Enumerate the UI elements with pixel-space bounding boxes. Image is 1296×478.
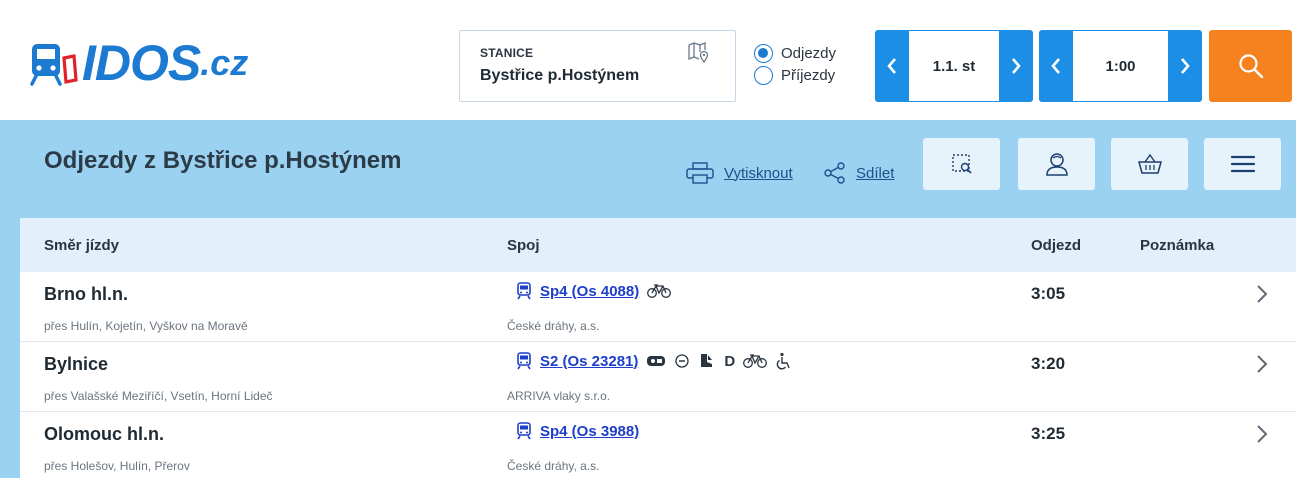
departures-table: Směr jízdy Spoj Odjezd Poznámka Brno hl.… bbox=[20, 218, 1296, 478]
date-value[interactable]: 1.1. st bbox=[909, 30, 999, 102]
radio-odjezdy-label: Odjezdy bbox=[781, 44, 837, 62]
connection-link[interactable]: Sp4 (Os 4088) bbox=[540, 283, 639, 300]
timetable-search-icon bbox=[951, 154, 972, 174]
share-link[interactable]: Sdílet bbox=[824, 162, 894, 184]
direction-radio-group: Odjezdy Příjezdy bbox=[754, 42, 836, 86]
train-icon bbox=[517, 352, 531, 370]
logo-text: IDOS bbox=[82, 35, 201, 91]
bicycle-icon bbox=[743, 353, 768, 369]
print-link[interactable]: Vytisknout bbox=[686, 162, 793, 184]
share-link-label: Sdílet bbox=[856, 164, 895, 182]
row-carrier: České dráhy, a.s. bbox=[507, 319, 600, 333]
date-prev-button[interactable] bbox=[875, 30, 909, 102]
menu-button[interactable] bbox=[1204, 138, 1281, 190]
search-icon bbox=[1238, 54, 1263, 79]
station-label: STANICE bbox=[480, 46, 534, 60]
row-connection: Sp4 (Os 3988) bbox=[516, 422, 639, 440]
idos-logo[interactable]: IDOS .cz bbox=[30, 38, 248, 88]
map-pin-icon[interactable] bbox=[687, 41, 709, 63]
row-destination: Brno hl.n. bbox=[44, 284, 128, 304]
circle-icon bbox=[674, 353, 690, 369]
chevron-right-icon[interactable] bbox=[1252, 352, 1272, 376]
user-button[interactable] bbox=[1018, 138, 1095, 190]
chevron-right-icon[interactable] bbox=[1252, 422, 1272, 446]
train-icon bbox=[517, 422, 531, 440]
train-icon bbox=[517, 282, 531, 300]
radio-prijezdy-dot[interactable] bbox=[754, 65, 773, 85]
print-link-label: Vytisknout bbox=[724, 164, 793, 182]
radio-odjezdy[interactable]: Odjezdy bbox=[754, 42, 836, 64]
row-via: přes Valašské Meziříčí, Vsetín, Horní Li… bbox=[44, 389, 273, 403]
radio-odjezdy-dot[interactable] bbox=[754, 43, 773, 63]
row-departure-time: 3:05 bbox=[1031, 284, 1066, 303]
table-row[interactable]: Bylnice přes Valašské Meziříčí, Vsetín, … bbox=[20, 342, 1296, 412]
time-stepper: 1:00 bbox=[1039, 30, 1202, 102]
header: IDOS .cz STANICE Bystřice p.Hostýnem Odje… bbox=[0, 0, 1296, 120]
radio-prijezdy-label: Příjezdy bbox=[781, 66, 836, 84]
user-icon bbox=[1045, 153, 1068, 176]
printer-icon bbox=[686, 162, 714, 184]
date-stepper: 1.1. st bbox=[875, 30, 1033, 102]
bicycle-icon bbox=[647, 283, 672, 299]
train-logo-icon bbox=[30, 44, 78, 86]
basket-button[interactable] bbox=[1111, 138, 1188, 190]
share-icon bbox=[824, 162, 845, 184]
row-connection: S2 (Os 23281) D bbox=[516, 352, 791, 370]
basket-icon bbox=[1137, 153, 1162, 174]
row-carrier: ARRIVA vlaky s.r.o. bbox=[507, 389, 611, 403]
connection-link[interactable]: S2 (Os 23281) bbox=[540, 353, 638, 370]
column-header-note: Poznámka bbox=[1140, 237, 1215, 254]
table-row[interactable]: Brno hl.n. přes Hulín, Kojetín, Vyškov n… bbox=[20, 272, 1296, 342]
column-header-departure: Odjezd bbox=[1031, 237, 1082, 254]
search-button[interactable] bbox=[1209, 30, 1292, 102]
row-destination: Bylnice bbox=[44, 354, 109, 374]
time-value[interactable]: 1:00 bbox=[1073, 30, 1168, 102]
time-next-button[interactable] bbox=[1168, 30, 1202, 102]
row-via: přes Hulín, Kojetín, Vyškov na Moravě bbox=[44, 319, 248, 333]
row-connection: Sp4 (Os 4088) bbox=[516, 282, 672, 300]
radio-prijezdy[interactable]: Příjezdy bbox=[754, 64, 836, 86]
chevron-right-icon[interactable] bbox=[1252, 282, 1272, 306]
feature-d-label: D bbox=[724, 352, 736, 370]
menu-icon bbox=[1230, 155, 1255, 173]
row-departure-time: 3:20 bbox=[1031, 354, 1066, 373]
row-destination: Olomouc hl.n. bbox=[44, 424, 164, 444]
page-title: Odjezdy z Bystřice p.Hostýnem bbox=[44, 147, 402, 174]
pram-icon bbox=[698, 352, 714, 370]
chevron-left-icon bbox=[1051, 58, 1060, 74]
station-value[interactable]: Bystřice p.Hostýnem bbox=[480, 67, 715, 85]
column-header-direction: Směr jízdy bbox=[44, 237, 120, 254]
row-carrier: České dráhy, a.s. bbox=[507, 459, 600, 473]
date-next-button[interactable] bbox=[999, 30, 1033, 102]
chevron-right-icon bbox=[1181, 58, 1190, 74]
column-header-connection: Spoj bbox=[507, 237, 540, 254]
chevron-left-icon bbox=[887, 58, 896, 74]
station-field[interactable]: STANICE Bystřice p.Hostýnem bbox=[459, 30, 736, 102]
table-row[interactable]: Olomouc hl.n. přes Holešov, Hulín, Přero… bbox=[20, 412, 1296, 478]
timetable-search-button[interactable] bbox=[923, 138, 1000, 190]
table-header: Směr jízdy Spoj Odjezd Poznámka bbox=[20, 218, 1296, 272]
row-via: přes Holešov, Hulín, Přerov bbox=[44, 459, 190, 473]
ticket-icon bbox=[646, 354, 666, 368]
chevron-right-icon bbox=[1012, 58, 1021, 74]
logo-tld: .cz bbox=[200, 42, 249, 83]
time-prev-button[interactable] bbox=[1039, 30, 1073, 102]
row-departure-time: 3:25 bbox=[1031, 424, 1066, 443]
connection-link[interactable]: Sp4 (Os 3988) bbox=[540, 423, 639, 440]
wheelchair-icon bbox=[775, 352, 791, 370]
